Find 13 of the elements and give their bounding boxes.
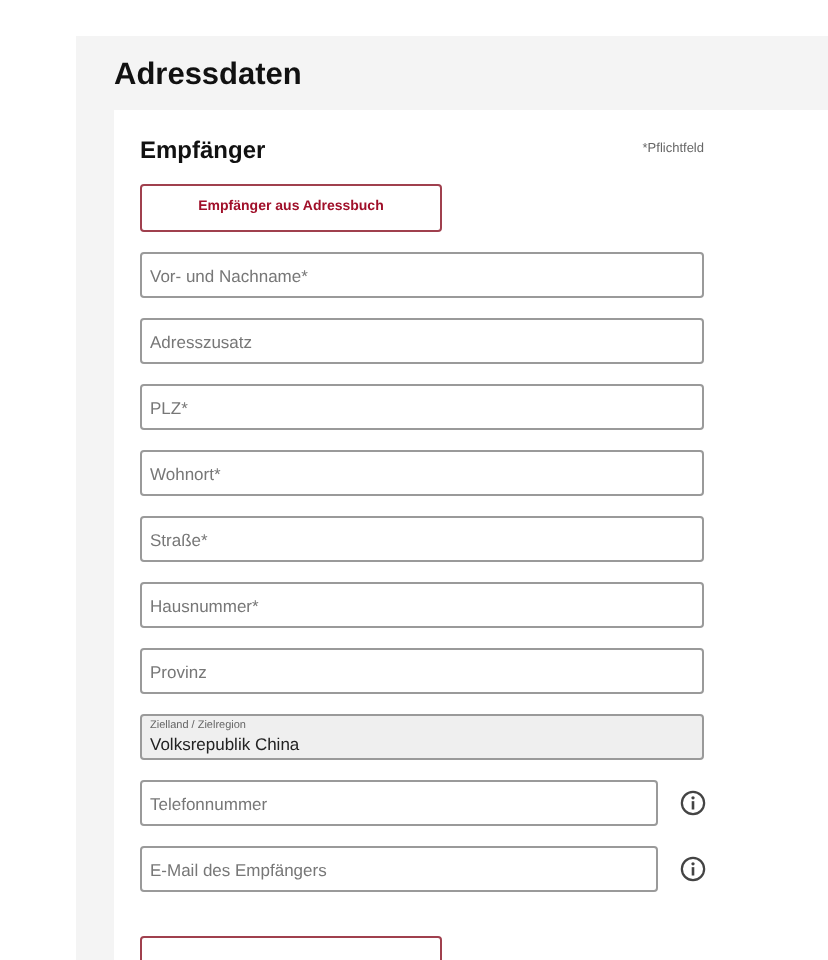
card-title: Empfänger: [140, 134, 266, 168]
info-icon[interactable]: [680, 790, 706, 816]
text-field[interactable]: Hausnummer*: [140, 582, 704, 628]
info-icon[interactable]: [680, 856, 706, 882]
text-field[interactable]: PLZ*: [140, 384, 704, 430]
text-field[interactable]: Telefonnummer: [140, 780, 658, 826]
text-field[interactable]: Adresszusatz: [140, 318, 704, 364]
text-field[interactable]: E-Mail des Empfängers: [140, 846, 658, 892]
text-field[interactable]: Wohnort*: [140, 450, 704, 496]
section-title: Adressdaten: [114, 58, 304, 94]
text-field[interactable]: Straße*: [140, 516, 704, 562]
text-field[interactable]: Provinz: [140, 648, 704, 694]
text-field[interactable]: Vor- und Nachname*: [140, 252, 704, 298]
